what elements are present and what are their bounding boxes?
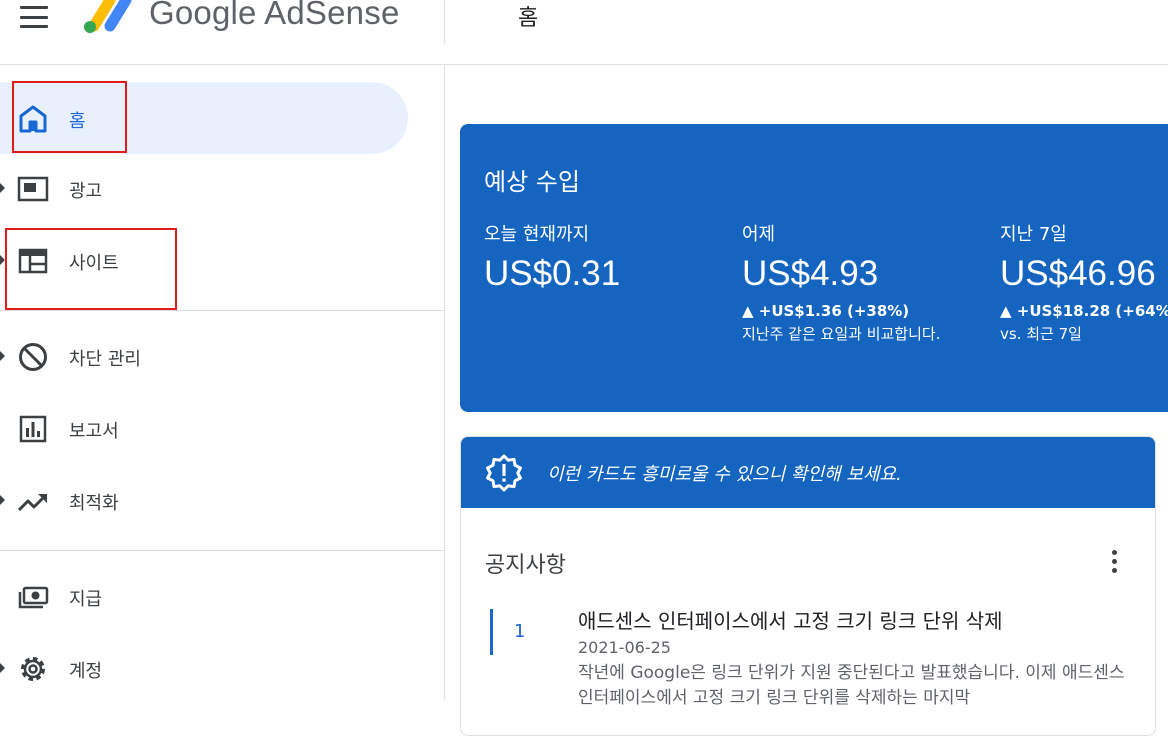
metric-change: ▲ +US$18.28 (+64%) xyxy=(1000,302,1168,320)
metric-value: US$4.93 xyxy=(742,254,879,293)
trending-up-icon xyxy=(17,494,47,512)
estimated-earnings-card: 예상 수입 오늘 현재까지 US$0.31 어제 US$4.93 ▲ +US$1… xyxy=(460,124,1168,412)
expand-caret-icon[interactable] xyxy=(0,495,5,505)
sidebar-item-label: 지급 xyxy=(69,589,103,610)
banner-text: 이런 카드도 흥미로울 수 있으니 확인해 보세요. xyxy=(547,464,902,485)
metric-note: vs. 최근 7일 xyxy=(1000,325,1082,343)
gear-icon xyxy=(21,657,45,681)
header-divider xyxy=(444,0,445,44)
metric-change: ▲ +US$1.36 (+38%) xyxy=(742,302,910,320)
sidebar: 홈 광고 사이트 차단 관리 보고서 최적화 지급 계정 xyxy=(0,65,445,700)
sidebar-item-ads[interactable]: 광고 xyxy=(0,153,444,225)
top-app-bar: Google AdSense 홈 xyxy=(0,0,1168,65)
sidebar-item-reports[interactable]: 보고서 xyxy=(0,393,444,465)
ads-icon xyxy=(17,176,49,202)
sidebar-item-label: 보고서 xyxy=(69,421,119,442)
block-icon xyxy=(19,343,47,371)
item-accent-bar xyxy=(490,609,493,655)
sidebar-divider xyxy=(0,550,444,551)
expand-caret-icon[interactable] xyxy=(0,351,5,361)
metric-last-7-days: 지난 7일 US$46.96 ▲ +US$18.28 (+64%) vs. 최근… xyxy=(1000,220,1168,344)
product-logo-text: Google AdSense xyxy=(149,0,400,31)
payments-icon xyxy=(18,586,49,609)
expand-caret-icon[interactable] xyxy=(0,663,5,673)
announcement-title-link[interactable]: 애드센스 인터페이스에서 고정 크기 링크 단위 삭제 xyxy=(578,605,1003,634)
announcement-body: 작년에 Google은 링크 단위가 지원 중단된다고 발표했습니다. 이제 애… xyxy=(578,663,1125,708)
sidebar-divider xyxy=(0,310,444,311)
card-title: 예상 수입 xyxy=(484,168,580,196)
suggestion-banner: 이런 카드도 흥미로울 수 있으니 확인해 보세요. xyxy=(461,437,1155,508)
highlight-box-home xyxy=(12,81,127,153)
metric-yesterday: 어제 US$4.93 ▲ +US$1.36 (+38%) 지난주 같은 요일과 … xyxy=(742,220,940,344)
card-title: 공지사항 xyxy=(485,553,566,578)
adsense-logo-icon xyxy=(84,0,132,33)
metric-today: 오늘 현재까지 US$0.31 xyxy=(484,220,620,294)
metric-value: US$46.96 xyxy=(1000,254,1156,293)
item-number: 1 xyxy=(514,621,526,642)
highlight-box-sites xyxy=(5,228,177,310)
sidebar-item-optimization[interactable]: 최적화 xyxy=(0,465,444,537)
sidebar-item-block-management[interactable]: 차단 관리 xyxy=(0,321,444,393)
sidebar-item-label: 최적화 xyxy=(69,493,119,514)
metric-note: 지난주 같은 요일과 비교합니다. xyxy=(742,325,941,343)
new-releases-icon xyxy=(486,454,522,492)
sidebar-item-label: 계정 xyxy=(69,661,103,682)
expand-caret-icon[interactable] xyxy=(0,183,5,193)
metric-value: US$0.31 xyxy=(484,254,621,293)
announcements-card: 이런 카드도 흥미로울 수 있으니 확인해 보세요. 공지사항 1 애드센스 인… xyxy=(460,436,1156,736)
menu-icon[interactable] xyxy=(20,6,48,28)
metric-label: 오늘 현재까지 xyxy=(484,224,590,245)
announcement-date: 2021-06-25 xyxy=(578,638,671,657)
sidebar-item-label: 광고 xyxy=(69,181,103,202)
more-vert-icon[interactable] xyxy=(1101,547,1129,577)
sidebar-item-label: 차단 관리 xyxy=(69,349,141,370)
sidebar-item-account[interactable]: 계정 xyxy=(0,633,444,705)
metric-label: 지난 7일 xyxy=(1000,224,1067,245)
report-icon xyxy=(19,415,47,443)
metric-label: 어제 xyxy=(742,224,776,245)
sidebar-item-payments[interactable]: 지급 xyxy=(0,561,444,633)
page-title: 홈 xyxy=(518,6,539,31)
